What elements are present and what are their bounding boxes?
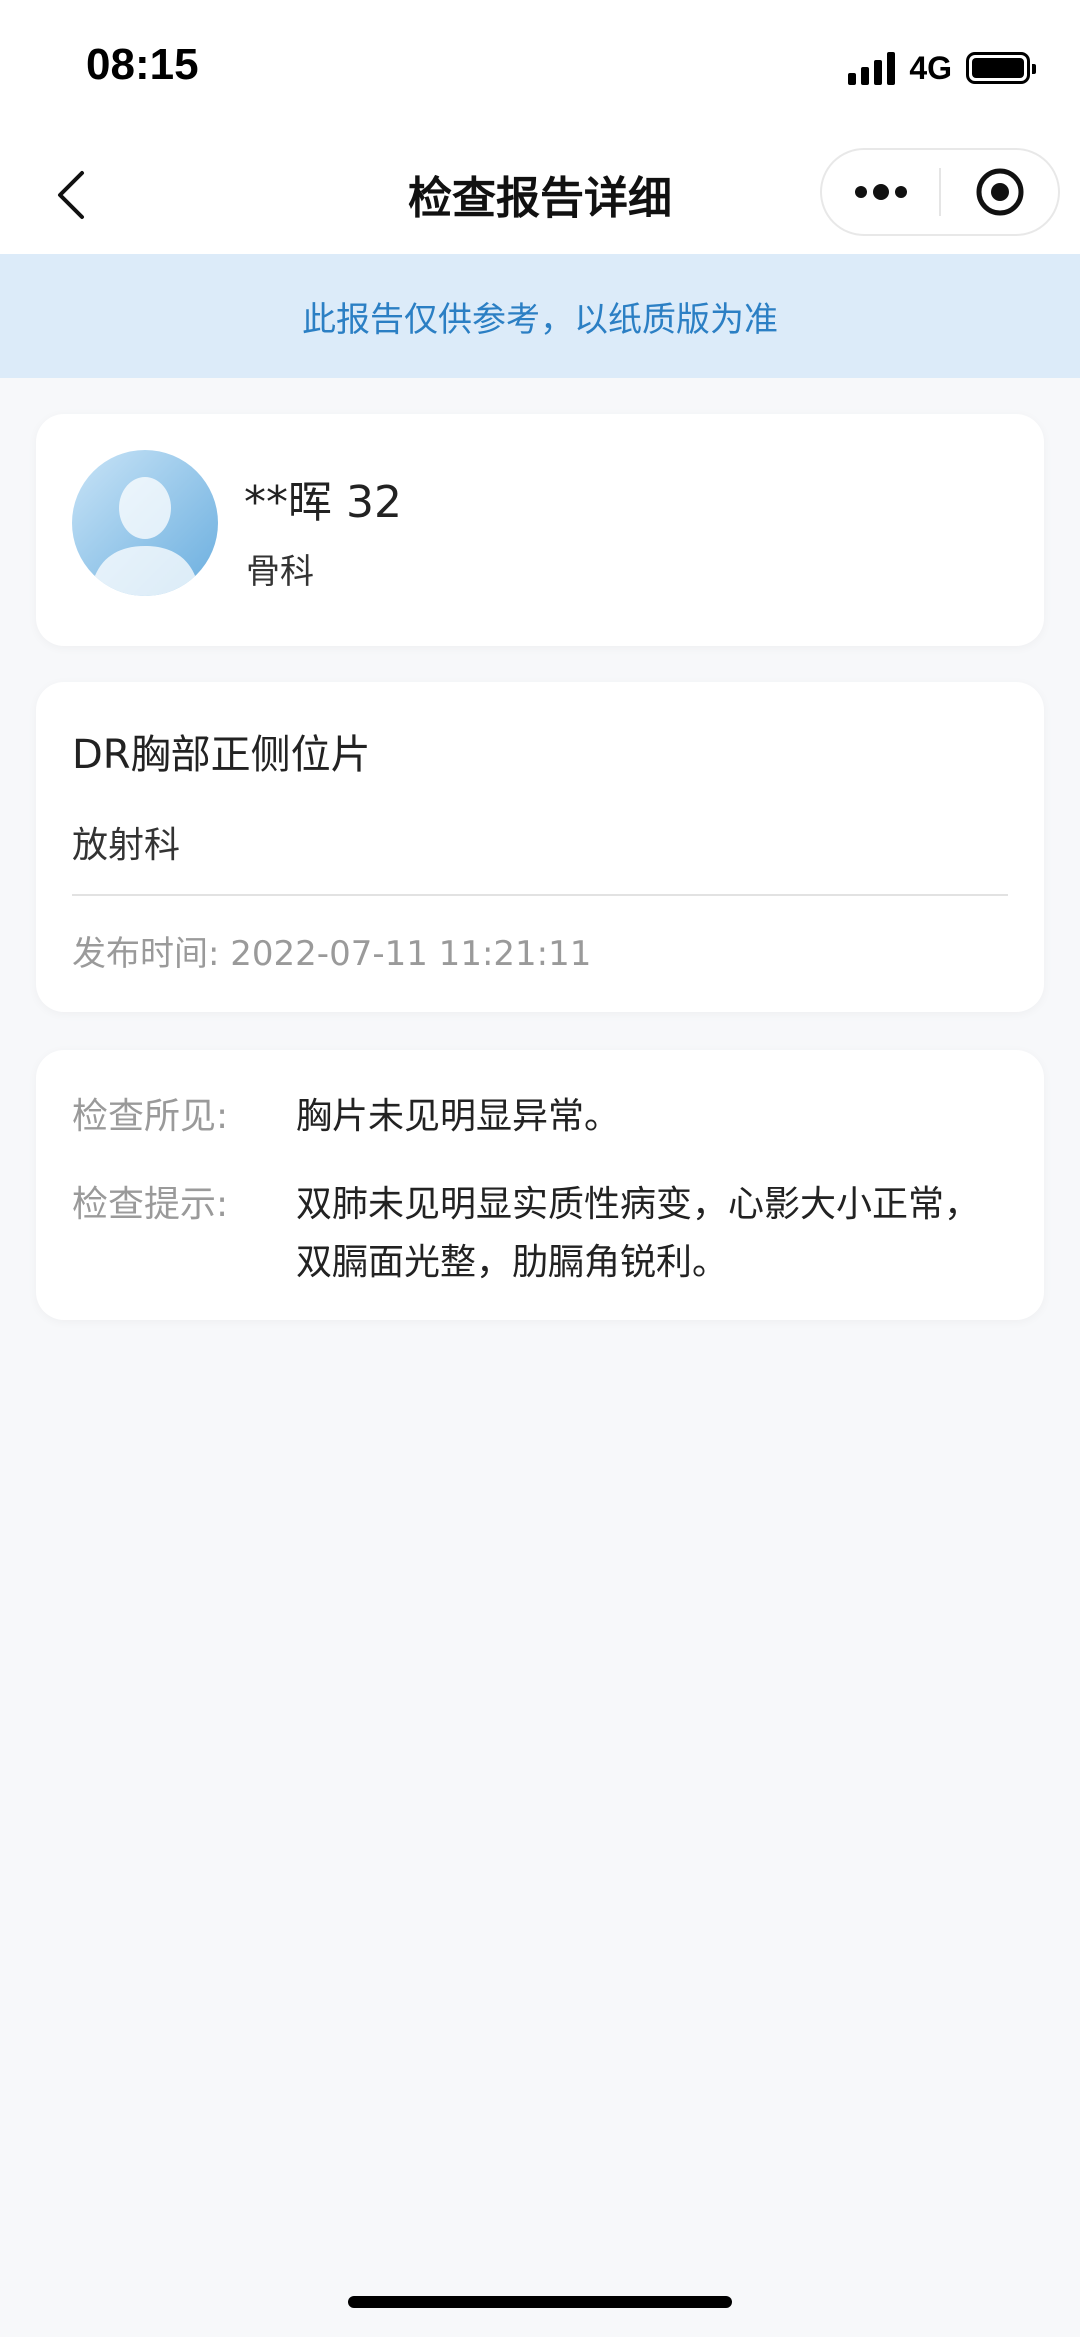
- signal-icon: [848, 51, 896, 85]
- findings-row: 检查所见: 胸片未见明显异常。: [72, 1088, 1008, 1146]
- battery-icon: [966, 52, 1036, 84]
- more-button[interactable]: [822, 150, 939, 234]
- notice-banner: 此报告仅供参考，以纸质版为准: [0, 254, 1080, 378]
- patient-card: **晖 32 骨科: [36, 414, 1044, 646]
- battery-level: [972, 58, 1024, 78]
- close-mini-program-button[interactable]: [941, 150, 1058, 234]
- findings-value: 胸片未见明显异常。: [296, 1096, 621, 1137]
- findings-card: 检查所见: 胸片未见明显异常。 检查提示: 双肺未见明显实质性病变，心影大小正常…: [36, 1050, 1044, 1320]
- publish-time-label: 发布时间:: [72, 934, 220, 974]
- hint-row: 检查提示: 双肺未见明显实质性病变，心影大小正常，双膈面光整，肋膈角锐利。: [72, 1176, 1008, 1292]
- exam-department: 放射科: [72, 825, 181, 866]
- more-dots-icon: [854, 184, 907, 200]
- home-indicator[interactable]: [348, 2296, 732, 2308]
- findings-label: 检查所见:: [72, 1096, 229, 1137]
- avatar: [72, 450, 218, 596]
- status-bar: 08:15 4G: [0, 0, 1080, 130]
- avatar-silhouette-icon: [90, 477, 200, 596]
- target-circle-icon: [976, 168, 1023, 216]
- exam-name: DR胸部正侧位片: [72, 732, 371, 778]
- patient-name-age: **晖 32: [244, 477, 402, 528]
- patient-department: 骨科: [246, 552, 314, 592]
- status-time: 08:15: [86, 40, 199, 89]
- status-indicators: 4G: [848, 46, 1036, 90]
- publish-time-value: 2022-07-11 11:21:11: [230, 934, 592, 974]
- network-type: 4G: [909, 49, 952, 86]
- nav-bar: 检查报告详细: [0, 130, 1080, 254]
- publish-time-row: 发布时间: 2022-07-11 11:21:11: [72, 926, 591, 975]
- divider: [72, 894, 1008, 896]
- exam-card: DR胸部正侧位片 放射科 发布时间: 2022-07-11 11:21:11: [36, 682, 1044, 1012]
- mini-program-capsule: [820, 148, 1060, 236]
- hint-label: 检查提示:: [72, 1184, 229, 1225]
- notice-text: 此报告仅供参考，以纸质版为准: [302, 299, 778, 340]
- hint-value: 双肺未见明显实质性病变，心影大小正常，双膈面光整，肋膈角锐利。: [296, 1184, 981, 1283]
